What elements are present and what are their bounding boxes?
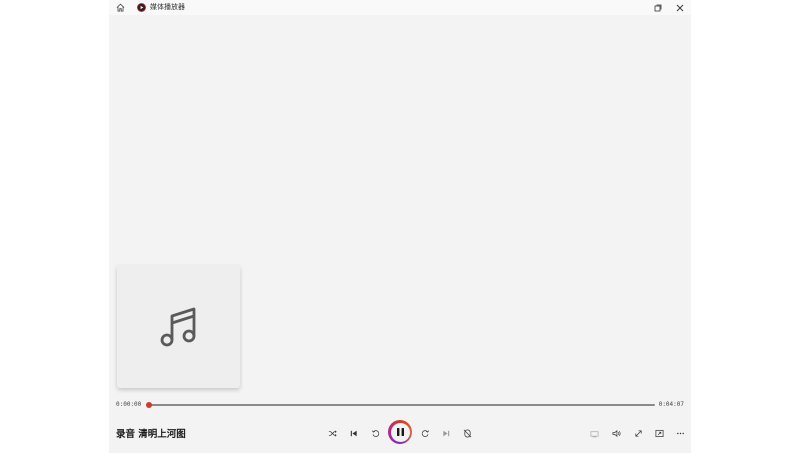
forward-30-icon (421, 429, 430, 438)
album-art[interactable] (117, 265, 240, 388)
rewind-10-icon (371, 429, 380, 438)
close-icon (676, 4, 684, 12)
volume-icon (612, 429, 621, 438)
shuffle-button[interactable] (324, 425, 340, 441)
control-bar: 录音 清明上河图 (109, 412, 691, 453)
next-icon (442, 429, 451, 438)
forward-button[interactable] (417, 425, 433, 441)
repeat-off-icon (463, 429, 472, 438)
next-button[interactable] (438, 425, 454, 441)
rewind-button[interactable] (367, 425, 383, 441)
media-player-window: 媒体播放器 0:00:00 0:04:07 录音 清明上河图 (109, 0, 691, 453)
seek-row: 0:00:00 0:04:07 (109, 398, 691, 412)
title-bar: 媒体播放器 (109, 0, 691, 15)
more-icon (676, 429, 685, 438)
shuffle-icon (328, 429, 337, 438)
volume-button[interactable] (608, 425, 624, 441)
cast-icon (590, 429, 599, 438)
previous-icon (349, 429, 358, 438)
pause-button-face (390, 422, 410, 442)
seek-thumb[interactable] (146, 402, 152, 408)
repeat-button[interactable] (459, 425, 475, 441)
fullscreen-icon (634, 429, 643, 438)
music-note-icon (159, 305, 199, 349)
current-time: 0:00:00 (116, 401, 142, 408)
more-options-button[interactable] (672, 425, 688, 441)
total-time: 0:04:07 (658, 401, 684, 408)
app-title: 媒体播放器 (150, 3, 185, 11)
seek-bar[interactable] (146, 402, 655, 408)
home-icon (116, 3, 125, 12)
media-player-logo-icon (137, 3, 146, 12)
close-button[interactable] (669, 0, 691, 15)
now-playing-title: 录音 清明上河图 (116, 429, 186, 440)
mini-player-button[interactable] (651, 425, 667, 441)
pause-button[interactable] (388, 420, 412, 444)
mini-player-icon (655, 429, 664, 438)
previous-button[interactable] (345, 425, 361, 441)
pause-icon (396, 427, 405, 437)
home-button[interactable] (109, 0, 131, 15)
fullscreen-button[interactable] (630, 425, 646, 441)
cast-button[interactable] (586, 425, 602, 441)
restore-button[interactable] (647, 0, 669, 15)
restore-icon (654, 4, 662, 12)
